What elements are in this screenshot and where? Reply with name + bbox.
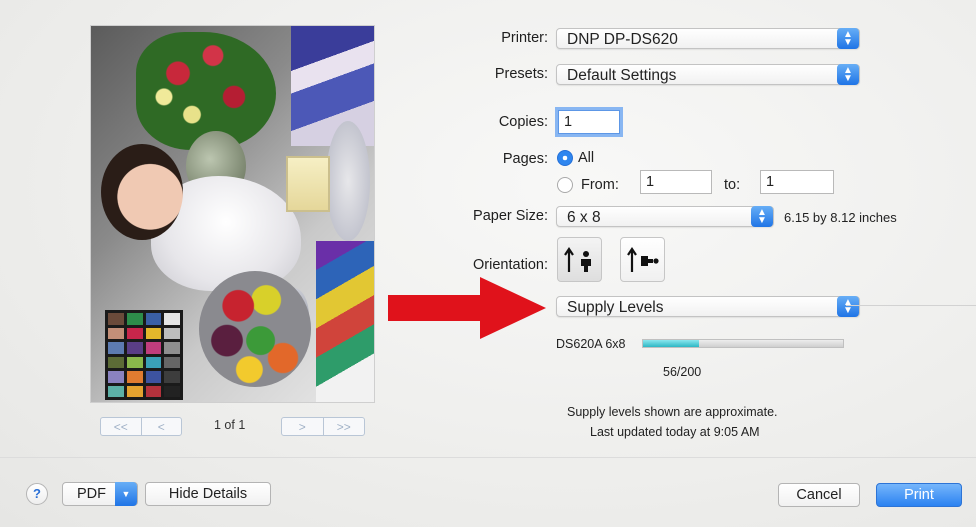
prev-page-button[interactable]: < (140, 418, 182, 435)
paper-size-value: 6 x 8 (567, 209, 601, 226)
preview-color-checker (105, 310, 183, 400)
help-button[interactable]: ? (26, 483, 48, 505)
paper-size-dimensions: 6.15 by 8.12 inches (784, 210, 897, 225)
pages-to-field[interactable]: 1 (760, 170, 834, 194)
preview-gifts (291, 26, 374, 146)
pages-to-label: to: (724, 177, 741, 193)
pages-label: Pages: (502, 151, 548, 167)
supply-item-label: DS620A 6x8 (556, 337, 626, 351)
hide-details-button[interactable]: Hide Details (145, 482, 271, 506)
preview-face (101, 144, 183, 240)
pages-from-label: From: (581, 177, 619, 193)
pages-from-field[interactable]: 1 (640, 170, 712, 194)
preview-fruit-bowl (199, 271, 311, 387)
landscape-icon (626, 246, 659, 272)
panel-select[interactable]: Supply Levels ▲ ▼ (556, 296, 860, 317)
pages-all-radio[interactable] (557, 150, 573, 166)
presets-select[interactable]: Default Settings ▲ ▼ (556, 64, 860, 85)
orientation-portrait-button[interactable] (557, 237, 602, 282)
preview-cake (286, 156, 330, 212)
preview-paper-stack (316, 241, 374, 402)
chevron-updown-icon: ▲ ▼ (837, 64, 859, 85)
separator-line (846, 305, 976, 306)
chevron-updown-icon: ▲ ▼ (837, 28, 859, 49)
printer-label: Printer: (501, 30, 548, 46)
chevron-updown-icon: ▲ ▼ (837, 296, 859, 317)
next-page-button[interactable]: > (282, 418, 323, 435)
chevron-updown-icon: ▲ ▼ (751, 206, 773, 227)
preview-back-segment: << < (100, 417, 182, 436)
pages-all-label: All (578, 150, 595, 166)
supply-level-fill (643, 340, 699, 347)
paper-size-label: Paper Size: (473, 208, 548, 224)
print-preview-image (91, 26, 374, 402)
supply-note: Supply levels shown are approximate. (567, 405, 778, 419)
printer-select[interactable]: DNP DP-DS620 ▲ ▼ (556, 28, 860, 49)
printer-value: DNP DP-DS620 (567, 31, 678, 48)
supply-level-bar (642, 339, 844, 348)
copies-field[interactable]: 1 (558, 110, 620, 134)
cancel-button[interactable]: Cancel (778, 483, 860, 507)
red-arrow-annotation (388, 277, 546, 339)
supply-count: 56/200 (663, 365, 702, 379)
presets-value: Default Settings (567, 67, 677, 84)
footer-divider (0, 457, 976, 458)
pdf-label: PDF (77, 486, 106, 502)
print-button[interactable]: Print (876, 483, 962, 507)
last-page-button[interactable]: >> (322, 418, 365, 435)
presets-label: Presets: (494, 66, 548, 82)
orientation-landscape-button[interactable] (620, 237, 665, 282)
page-indicator: 1 of 1 (214, 418, 246, 432)
copies-label: Copies: (498, 114, 548, 130)
chevron-down-icon: ▼ (115, 482, 137, 506)
pdf-menu-button[interactable]: PDF ▼ (62, 482, 138, 506)
pages-from-radio[interactable] (557, 177, 573, 193)
orientation-label: Orientation: (473, 257, 548, 273)
panel-select-value: Supply Levels (567, 299, 664, 316)
portrait-icon (563, 246, 591, 272)
first-page-button[interactable]: << (101, 418, 141, 435)
paper-size-select[interactable]: 6 x 8 ▲ ▼ (556, 206, 774, 227)
supply-updated: Last updated today at 9:05 AM (590, 425, 760, 439)
preview-forward-segment: > >> (281, 417, 365, 436)
preview-plate (326, 121, 370, 241)
